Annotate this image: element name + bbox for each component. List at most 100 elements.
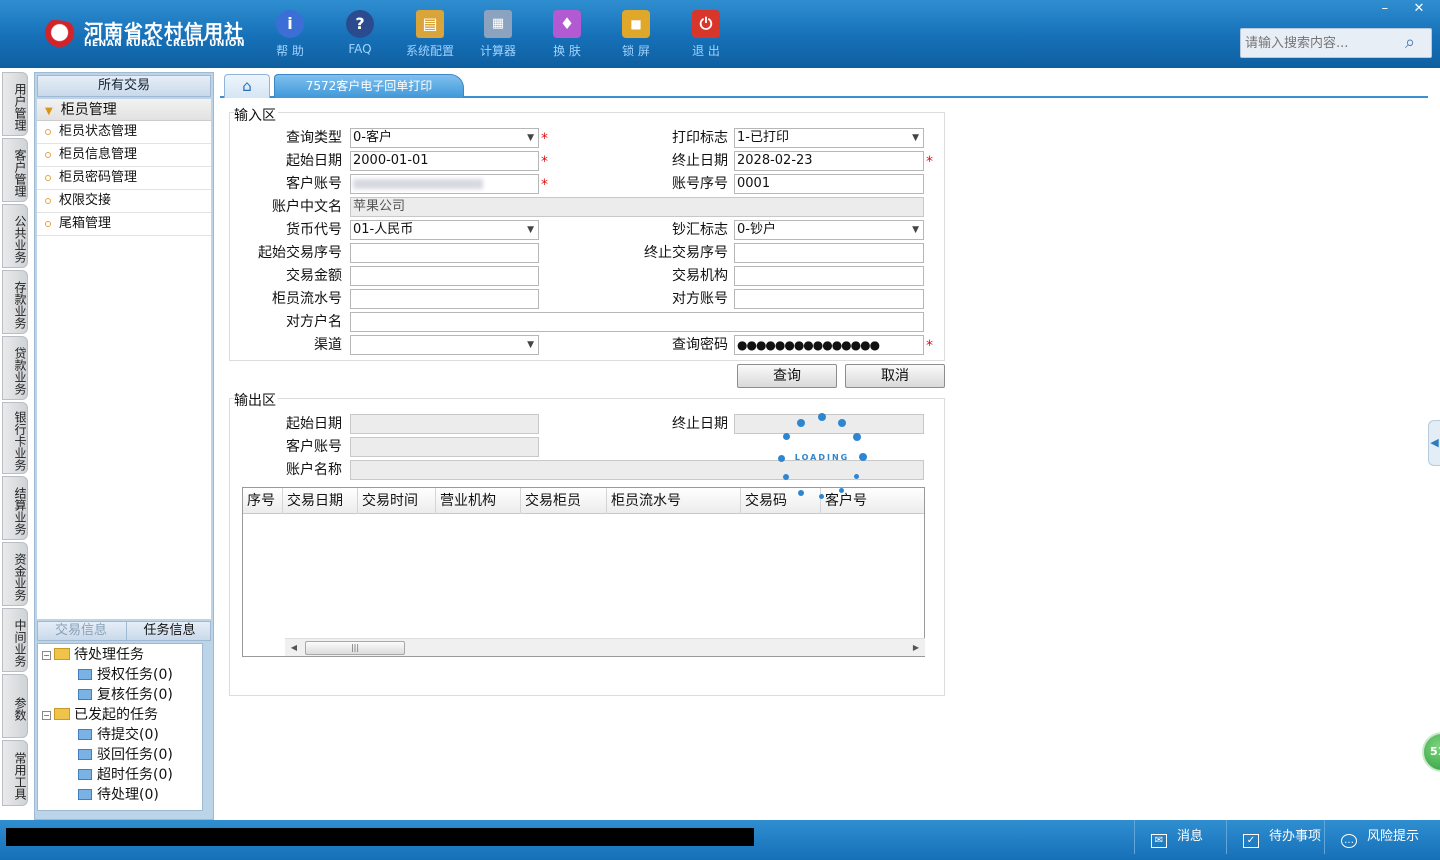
query-password-label: 查询密码	[672, 337, 728, 353]
search-icon[interactable]: ⌕	[1405, 32, 1427, 54]
all-transactions-header[interactable]: 所有交易	[37, 75, 211, 97]
account-seq-input[interactable]: 0001	[734, 174, 924, 194]
channel-select[interactable]: ▼	[350, 335, 539, 355]
toolbar-calculator-button[interactable]: ▦ 计算器	[468, 8, 528, 62]
menu-item-label: 柜员信息管理	[59, 147, 138, 162]
todo-button[interactable]: ✓ 待办事项	[1226, 820, 1324, 854]
tree-label: 待处理(0)	[97, 787, 159, 803]
txn-org-input[interactable]	[734, 266, 924, 286]
collapse-icon[interactable]: −	[42, 711, 51, 720]
logo: 河南省农村信用社 HENAN RURAL CREDIT UNION	[22, 14, 245, 56]
horizontal-scrollbar[interactable]: ◀ ||| ▶	[285, 638, 925, 656]
risk-alert-button[interactable]: … 风险提示	[1324, 820, 1436, 854]
vtab-parameters[interactable]: 参数	[2, 674, 28, 738]
vtab-user-management[interactable]: 用户管理	[2, 72, 28, 136]
end-txn-seq-input[interactable]	[734, 243, 924, 263]
tab-task-info[interactable]: 任务信息	[126, 622, 212, 640]
vtab-common-tools[interactable]: 常用工具	[2, 740, 28, 806]
currency-select[interactable]: 01-人民币 ▼	[350, 220, 539, 240]
tree-node-timeout[interactable]: 超时任务(0)	[78, 765, 173, 785]
counter-account-input[interactable]	[734, 289, 924, 309]
spinner-dot	[818, 413, 826, 421]
toolbar-help-button[interactable]: i 帮 助	[260, 8, 320, 62]
column-header[interactable]: 交易时间	[358, 488, 436, 514]
tab-home[interactable]: ⌂	[224, 74, 270, 98]
required-mark: *	[541, 131, 548, 147]
tree-node-to-process[interactable]: 待处理(0)	[78, 785, 159, 805]
tab-receipt-print[interactable]: 7572客户电子回单打印	[274, 74, 464, 98]
collapse-icon[interactable]: −	[42, 651, 51, 660]
calculator-icon: ▦	[484, 10, 512, 38]
menu-item-label: 权限交接	[59, 193, 112, 208]
messages-button[interactable]: ✉ 消息	[1134, 820, 1226, 854]
toolbar-label: 退 出	[692, 44, 720, 58]
print-flag-select[interactable]: 1-已打印 ▼	[734, 128, 924, 148]
close-button[interactable]: ✕	[1404, 0, 1434, 18]
customer-account-input[interactable]	[350, 174, 539, 194]
query-button[interactable]: 查询	[737, 364, 837, 388]
tree-node-auth[interactable]: 授权任务(0)	[78, 665, 173, 685]
scroll-thumb[interactable]: |||	[305, 641, 405, 655]
column-header[interactable]: 交易日期	[283, 488, 358, 514]
info-icon: i	[276, 10, 304, 38]
tree-label: 待提交(0)	[97, 727, 159, 743]
tree-label: 超时任务(0)	[97, 767, 173, 783]
menu-item-cash-box[interactable]: 尾箱管理	[37, 213, 211, 236]
start-txn-seq-input[interactable]	[350, 243, 539, 263]
menu-item-permission-handover[interactable]: 权限交接	[37, 190, 211, 213]
menu-item-teller-password[interactable]: 柜员密码管理	[37, 167, 211, 190]
vtab-settlement[interactable]: 结算业务	[2, 476, 28, 540]
menu-item-label: 柜员密码管理	[59, 170, 138, 185]
out-end-date-label: 终止日期	[672, 416, 728, 432]
scroll-right-icon[interactable]: ▶	[909, 641, 923, 655]
column-header[interactable]: 序号	[243, 488, 283, 514]
end-date-input[interactable]: 2028-02-23	[734, 151, 924, 171]
minimize-button[interactable]: –	[1370, 0, 1400, 18]
menu-item-teller-info[interactable]: 柜员信息管理	[37, 144, 211, 167]
result-table: 序号 交易日期 交易时间 营业机构 交易柜员 柜员流水号 交易码 客户号 ◀ |…	[242, 487, 925, 657]
start-date-input[interactable]: 2000-01-01	[350, 151, 539, 171]
tree-node-pending[interactable]: − 待处理任务	[42, 645, 144, 665]
account-cn-name-label: 账户中文名	[272, 199, 342, 215]
out-customer-account-label: 客户账号	[286, 439, 342, 455]
tab-transaction-info[interactable]: 交易信息	[38, 622, 124, 640]
cash-flag-select[interactable]: 0-钞户 ▼	[734, 220, 924, 240]
checkbox-icon: ✓	[1243, 834, 1259, 848]
loading-spinner: LOADING	[776, 412, 868, 504]
teller-serial-input[interactable]	[350, 289, 539, 309]
txn-org-label: 交易机构	[672, 268, 728, 284]
vtab-deposit[interactable]: 存款业务	[2, 270, 28, 334]
counter-name-input[interactable]	[350, 312, 924, 332]
toolbar-config-button[interactable]: ▤ 系统配置	[400, 8, 460, 62]
column-header[interactable]: 交易柜员	[521, 488, 607, 514]
toolbar-faq-button[interactable]: ? FAQ	[330, 8, 390, 62]
cancel-button[interactable]: 取消	[845, 364, 945, 388]
tree-node-initiated[interactable]: − 已发起的任务	[42, 705, 158, 725]
tree-node-rejected[interactable]: 驳回任务(0)	[78, 745, 173, 765]
scroll-left-icon[interactable]: ◀	[287, 641, 301, 655]
toolbar-exit-button[interactable]: ⏻ 退 出	[676, 8, 736, 62]
search-input[interactable]	[1241, 29, 1401, 57]
menu-group-teller-management[interactable]: ▼ 柜员管理	[37, 99, 211, 121]
vtab-public-business[interactable]: 公共业务	[2, 204, 28, 268]
vtab-customer-management[interactable]: 客户管理	[2, 138, 28, 202]
query-password-input[interactable]: ●●●●●●●●●●●●●●●	[734, 335, 924, 355]
floating-badge[interactable]: 51	[1422, 732, 1440, 772]
txn-amount-input[interactable]	[350, 266, 539, 286]
vtab-bank-card[interactable]: 银行卡业务	[2, 402, 28, 474]
dropdown-arrow-icon: ▼	[912, 133, 919, 143]
toolbar-label: 帮 助	[276, 44, 304, 58]
column-header[interactable]: 柜员流水号	[607, 488, 741, 514]
vtab-intermediary[interactable]: 中间业务	[2, 608, 28, 672]
vtab-loan[interactable]: 贷款业务	[2, 336, 28, 400]
tree-node-to-submit[interactable]: 待提交(0)	[78, 725, 159, 745]
collapse-right-handle[interactable]: ◀	[1428, 420, 1440, 466]
toolbar-skin-button[interactable]: ♦ 换 肤	[537, 8, 597, 62]
query-type-select[interactable]: 0-客户 ▼	[350, 128, 539, 148]
menu-item-teller-status[interactable]: 柜员状态管理	[37, 121, 211, 144]
tree-node-review[interactable]: 复核任务(0)	[78, 685, 173, 705]
column-header[interactable]: 营业机构	[436, 488, 521, 514]
toolbar-lock-button[interactable]: ■ 锁 屏	[606, 8, 666, 62]
vtab-funds[interactable]: 资金业务	[2, 542, 28, 606]
tree-label: 待处理任务	[74, 647, 144, 663]
